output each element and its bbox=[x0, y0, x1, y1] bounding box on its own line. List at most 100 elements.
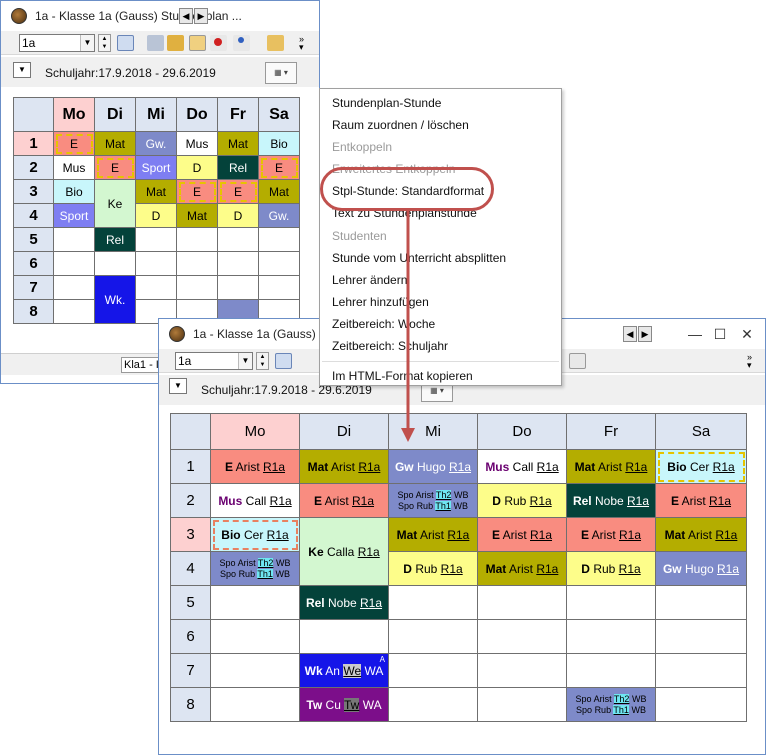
empty-cell[interactable] bbox=[388, 687, 478, 722]
empty-cell[interactable] bbox=[176, 251, 218, 276]
lesson-cell[interactable]: Wk An We WA A bbox=[299, 653, 389, 688]
lesson-cell[interactable]: Gw. bbox=[135, 131, 177, 156]
lesson-cell[interactable]: E Arist R1a bbox=[566, 517, 656, 552]
spin-stepper[interactable]: ▲ ▼ bbox=[98, 34, 111, 52]
grid-icon[interactable] bbox=[275, 353, 292, 369]
menu-item[interactable]: Im HTML-Format kopieren bbox=[332, 369, 473, 383]
lesson-cell[interactable]: Rel bbox=[217, 155, 259, 180]
lesson-cell[interactable]: Mus bbox=[53, 155, 95, 180]
lesson-cell[interactable]: E bbox=[53, 131, 95, 156]
empty-cell[interactable] bbox=[217, 275, 259, 300]
empty-cell[interactable] bbox=[210, 687, 300, 722]
lesson-cell[interactable]: Mat Arist R1a bbox=[299, 449, 389, 484]
lesson-cell[interactable]: Ke Calla R1a bbox=[299, 517, 389, 586]
document-icon[interactable] bbox=[569, 353, 586, 369]
chevron-down-icon[interactable]: ▼ bbox=[80, 35, 94, 51]
empty-cell[interactable] bbox=[210, 619, 300, 654]
empty-cell[interactable] bbox=[94, 251, 136, 276]
lesson-cell[interactable]: Mat Arist R1a bbox=[388, 517, 478, 552]
lesson-cell[interactable]: D Rub R1a bbox=[477, 483, 567, 518]
lesson-cell[interactable]: Rel Nobe R1a bbox=[566, 483, 656, 518]
menu-item[interactable]: Lehrer ändern bbox=[332, 273, 407, 287]
lesson-cell[interactable]: Tw Cu Tw WA bbox=[299, 687, 389, 722]
class-select[interactable]: 1a ▼ bbox=[175, 352, 253, 370]
lesson-cell[interactable]: Sport bbox=[53, 203, 95, 228]
close-icon[interactable]: ✕ bbox=[727, 319, 766, 349]
empty-cell[interactable] bbox=[217, 227, 259, 252]
lesson-cell[interactable]: Gw. bbox=[258, 203, 300, 228]
lesson-cell[interactable]: Bio Cer R1a bbox=[655, 449, 747, 484]
lesson-cell[interactable]: E bbox=[94, 155, 136, 180]
lesson-cell[interactable]: Mat bbox=[217, 131, 259, 156]
lesson-cell[interactable]: Ke bbox=[94, 179, 136, 228]
lesson-cell[interactable]: E Arist R1a bbox=[655, 483, 747, 518]
lesson-cell[interactable]: E bbox=[217, 179, 259, 204]
menu-item[interactable]: Stundenplan-Stunde bbox=[332, 96, 441, 110]
empty-cell[interactable] bbox=[53, 251, 95, 276]
lesson-cell[interactable]: Rel bbox=[94, 227, 136, 252]
arrow-right-icon[interactable]: ▶ bbox=[638, 326, 652, 342]
menu-item[interactable]: Raum zuordnen / löschen bbox=[332, 118, 469, 132]
collapse-icon[interactable]: ▼ bbox=[169, 378, 187, 394]
empty-cell[interactable] bbox=[53, 299, 95, 324]
chevron-down-icon[interactable]: ▼ bbox=[238, 353, 252, 369]
lesson-cell[interactable]: Mus bbox=[176, 131, 218, 156]
empty-cell[interactable] bbox=[135, 251, 177, 276]
empty-cell[interactable] bbox=[388, 653, 478, 688]
collapse-icon[interactable]: ▼ bbox=[13, 62, 31, 78]
arrow-left-icon[interactable]: ◀ bbox=[623, 326, 637, 342]
empty-cell[interactable] bbox=[258, 227, 300, 252]
empty-cell[interactable] bbox=[210, 653, 300, 688]
menu-item[interactable]: Stunde vom Unterricht absplitten bbox=[332, 251, 506, 265]
lesson-cell[interactable]: Mat Arist R1a bbox=[655, 517, 747, 552]
overflow-icon[interactable]: » ▾ bbox=[747, 353, 759, 370]
settings-icon[interactable] bbox=[267, 35, 284, 51]
lesson-cell[interactable]: E Arist R1a bbox=[299, 483, 389, 518]
empty-cell[interactable] bbox=[477, 619, 567, 654]
lesson-cell[interactable]: Bio bbox=[258, 131, 300, 156]
lesson-cell[interactable]: E bbox=[176, 179, 218, 204]
lesson-cell[interactable]: D Rub R1a bbox=[566, 551, 656, 586]
class-select[interactable]: 1a ▼ bbox=[19, 34, 95, 52]
lesson-cell[interactable]: Wk. bbox=[94, 275, 136, 324]
lesson-cell[interactable]: D Rub R1a bbox=[388, 551, 478, 586]
empty-cell[interactable] bbox=[477, 687, 567, 722]
empty-cell[interactable] bbox=[258, 251, 300, 276]
export-icon[interactable] bbox=[147, 35, 164, 51]
empty-cell[interactable] bbox=[477, 653, 567, 688]
empty-cell[interactable] bbox=[566, 653, 656, 688]
lesson-cell[interactable]: E Arist R1a bbox=[477, 517, 567, 552]
lesson-cell[interactable]: E Arist R1a bbox=[210, 449, 300, 484]
lock-icon[interactable] bbox=[167, 35, 184, 51]
title-bar[interactable]: 1a - Klasse 1a (Gauss) Stundenplan ... bbox=[1, 1, 319, 31]
lesson-cell[interactable]: Mat bbox=[176, 203, 218, 228]
grid-icon[interactable] bbox=[117, 35, 134, 51]
lesson-cell[interactable]: Mat bbox=[94, 131, 136, 156]
lesson-cell[interactable]: Gw Hugo R1a bbox=[388, 449, 478, 484]
empty-cell[interactable] bbox=[258, 275, 300, 300]
lesson-cell[interactable]: Mat Arist R1a bbox=[566, 449, 656, 484]
arrow-right-icon[interactable]: ▶ bbox=[194, 8, 208, 24]
menu-item[interactable]: Zeitbereich: Schuljahr bbox=[332, 339, 448, 353]
empty-cell[interactable] bbox=[210, 585, 300, 620]
empty-cell[interactable] bbox=[655, 585, 747, 620]
people-icon[interactable] bbox=[233, 35, 250, 51]
split-lesson-cell[interactable]: Spo Arist Th2 WB Spo Rub Th1 WB bbox=[210, 551, 300, 586]
empty-cell[interactable] bbox=[477, 585, 567, 620]
empty-cell[interactable] bbox=[655, 653, 747, 688]
empty-cell[interactable] bbox=[217, 251, 259, 276]
empty-cell[interactable] bbox=[388, 585, 478, 620]
calendar-icon[interactable]: ▦ ▾ bbox=[265, 62, 297, 84]
lesson-cell[interactable]: Mus Call R1a bbox=[210, 483, 300, 518]
empty-cell[interactable] bbox=[135, 275, 177, 300]
split-lesson-cell[interactable]: Spo Arist Th2 WB Spo Rub Th1 WB bbox=[566, 687, 656, 722]
lesson-cell[interactable]: D bbox=[217, 203, 259, 228]
menu-item[interactable]: Lehrer hinzufügen bbox=[332, 295, 429, 309]
lesson-cell[interactable]: Mat bbox=[258, 179, 300, 204]
spin-stepper[interactable]: ▲ ▼ bbox=[256, 352, 269, 370]
empty-cell[interactable] bbox=[655, 619, 747, 654]
edit-icon[interactable] bbox=[189, 35, 206, 51]
pin-icon[interactable] bbox=[210, 35, 227, 51]
split-lesson-cell[interactable]: Spo Arist Th2 WB Spo Rub Th1 WB bbox=[388, 483, 478, 518]
lesson-cell[interactable]: Bio bbox=[53, 179, 95, 204]
